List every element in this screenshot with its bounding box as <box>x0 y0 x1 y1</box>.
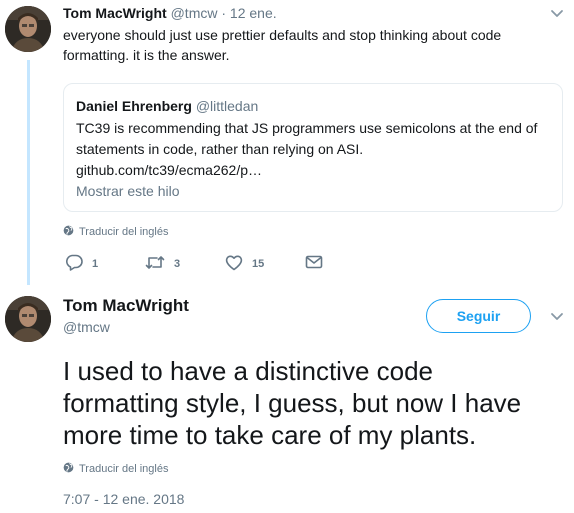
tweet-text-line: formatting style, I guess, but now I hav… <box>63 388 522 418</box>
reply-icon <box>65 254 83 274</box>
quoted-tweet[interactable]: Daniel Ehrenberg @littledan TC39 is reco… <box>63 83 563 212</box>
tweet-text-line: everyone should just use prettier defaul… <box>63 27 502 43</box>
quoted-text: TC39 is recommending that JS programmers… <box>76 118 537 181</box>
retweet-icon <box>145 254 165 274</box>
globe-icon <box>63 462 74 476</box>
quoted-text-line: statements in code, rather than relying … <box>76 141 364 157</box>
translate-link[interactable]: Traducir del inglés <box>63 462 168 476</box>
translate-link[interactable]: Traducir del inglés <box>63 225 168 239</box>
like-count: 15 <box>252 258 265 270</box>
avatar-image <box>5 296 51 342</box>
show-thread-link[interactable]: Mostrar este hilo <box>76 183 179 199</box>
reply-count: 1 <box>92 258 99 270</box>
globe-icon <box>63 225 74 239</box>
chevron-down-icon[interactable] <box>550 309 564 328</box>
message-button[interactable] <box>305 254 323 273</box>
quoted-header: Daniel Ehrenberg @littledan <box>76 98 258 114</box>
retweet-count: 3 <box>174 258 181 270</box>
thread-line <box>27 60 30 285</box>
retweet-button[interactable]: 3 <box>145 254 180 274</box>
avatar-image <box>5 6 51 52</box>
quoted-link[interactable]: github.com/tc39/ecma262/p… <box>76 160 537 181</box>
tweet-text-line: I used to have a distinctive code <box>63 356 434 386</box>
tweet-text-line: formatting. it is the answer. <box>63 47 230 63</box>
separator: · <box>217 5 230 21</box>
translate-label: Traducir del inglés <box>79 226 169 238</box>
quoted-author-handle: @littledan <box>195 98 259 114</box>
heart-icon <box>225 254 243 274</box>
author-name[interactable]: Tom MacWright <box>63 296 189 316</box>
translate-label: Traducir del inglés <box>79 463 169 475</box>
follow-button[interactable]: Seguir <box>426 299 531 333</box>
quoted-author-name: Daniel Ehrenberg <box>76 98 192 114</box>
avatar[interactable] <box>5 6 51 52</box>
tweet-text: everyone should just use prettier defaul… <box>63 25 501 65</box>
envelope-icon <box>305 254 323 273</box>
tweet-text: I used to have a distinctive code format… <box>63 355 521 451</box>
author-handle[interactable]: @tmcw <box>63 319 110 335</box>
like-button[interactable]: 15 <box>225 254 264 274</box>
tweet-header: Tom MacWright @tmcw · 12 ene. <box>63 5 277 21</box>
author-name[interactable]: Tom MacWright <box>63 5 167 21</box>
tweet-date[interactable]: 12 ene. <box>230 5 277 21</box>
chevron-down-icon[interactable] <box>550 6 564 25</box>
tweet-timestamp[interactable]: 7:07 - 12 ene. 2018 <box>63 491 184 507</box>
reply-button[interactable]: 1 <box>65 254 98 274</box>
author-handle[interactable]: @tmcw <box>171 5 218 21</box>
avatar[interactable] <box>5 296 51 342</box>
tweet-text-line: more time to take care of my plants. <box>63 420 477 450</box>
quoted-text-line: TC39 is recommending that JS programmers… <box>76 120 538 136</box>
